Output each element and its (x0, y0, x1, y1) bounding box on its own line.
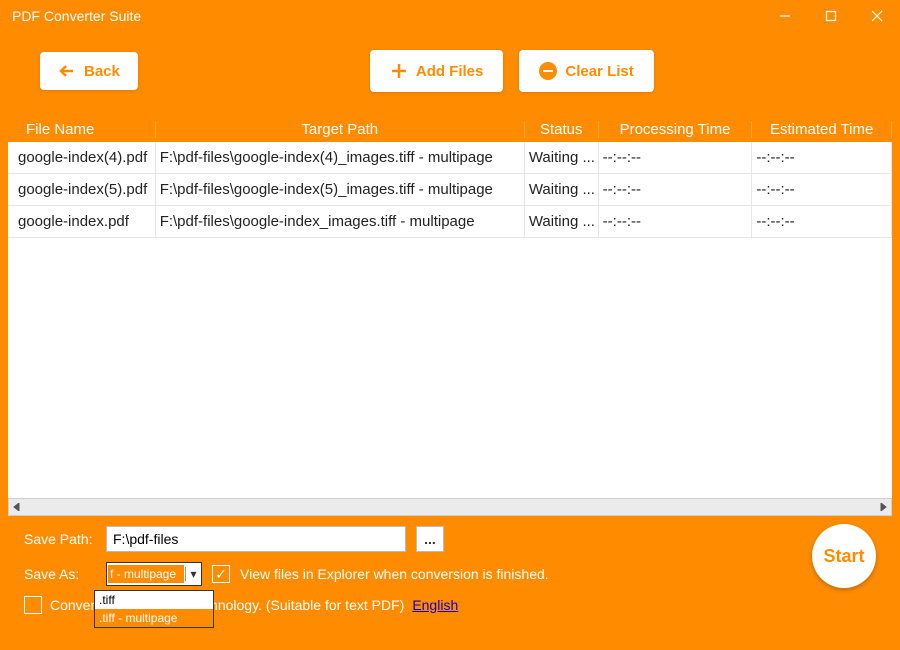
back-button-label: Back (84, 63, 120, 80)
maximize-icon (825, 10, 837, 22)
table-row[interactable]: google-index.pdf F:\pdf-files\google-ind… (8, 206, 892, 238)
save-as-option-tiff[interactable]: .tiff (95, 591, 213, 609)
add-files-label: Add Files (416, 63, 484, 80)
clear-list-button[interactable]: Clear List (519, 50, 653, 92)
col-proc: Processing Time (599, 121, 753, 138)
table-header: File Name Target Path Status Processing … (8, 116, 892, 142)
maximize-button[interactable] (808, 0, 854, 32)
table-row[interactable]: google-index(4).pdf F:\pdf-files\google-… (8, 142, 892, 174)
col-file: File Name (8, 121, 156, 138)
ocr-checkbox[interactable] (24, 596, 42, 614)
back-button[interactable]: Back (40, 52, 138, 90)
close-button[interactable] (854, 0, 900, 32)
start-button-label: Start (823, 546, 864, 567)
ocr-label-suffix: chnology. (Suitable for text PDF) (203, 597, 404, 613)
ocr-label-prefix: Convert (50, 597, 99, 613)
view-files-checkbox[interactable] (212, 565, 230, 583)
app-title: PDF Converter Suite (12, 8, 141, 24)
col-est: Estimated Time (752, 121, 892, 138)
save-as-label: Save As: (24, 566, 96, 582)
col-target: Target Path (156, 121, 525, 138)
clear-list-label: Clear List (565, 63, 633, 80)
view-files-label: View files in Explorer when conversion i… (240, 566, 549, 582)
browse-button[interactable]: ... (416, 526, 444, 552)
save-as-option-tiff-multipage[interactable]: .tiff - multipage (95, 609, 213, 627)
language-link[interactable]: English (412, 597, 458, 613)
arrow-left-icon (58, 62, 76, 80)
close-icon (871, 10, 883, 22)
save-as-select[interactable]: f - multipage ▾ (106, 562, 202, 586)
save-path-label: Save Path: (24, 531, 96, 547)
horizontal-scrollbar[interactable] (8, 498, 892, 516)
table-body: google-index(4).pdf F:\pdf-files\google-… (8, 142, 892, 498)
chevron-down-icon: ▾ (185, 567, 201, 581)
scroll-right-icon (875, 499, 891, 515)
col-status: Status (525, 121, 599, 138)
minimize-icon (779, 10, 791, 22)
start-button[interactable]: Start (812, 524, 876, 588)
plus-icon (390, 62, 408, 80)
minus-circle-icon (539, 62, 557, 80)
minimize-button[interactable] (762, 0, 808, 32)
save-as-selected: f - multipage (108, 565, 184, 583)
save-as-dropdown[interactable]: .tiff .tiff - multipage (94, 590, 214, 628)
add-files-button[interactable]: Add Files (370, 50, 504, 92)
scroll-left-icon (9, 499, 25, 515)
save-path-input[interactable] (106, 526, 406, 552)
table-row[interactable]: google-index(5).pdf F:\pdf-files\google-… (8, 174, 892, 206)
